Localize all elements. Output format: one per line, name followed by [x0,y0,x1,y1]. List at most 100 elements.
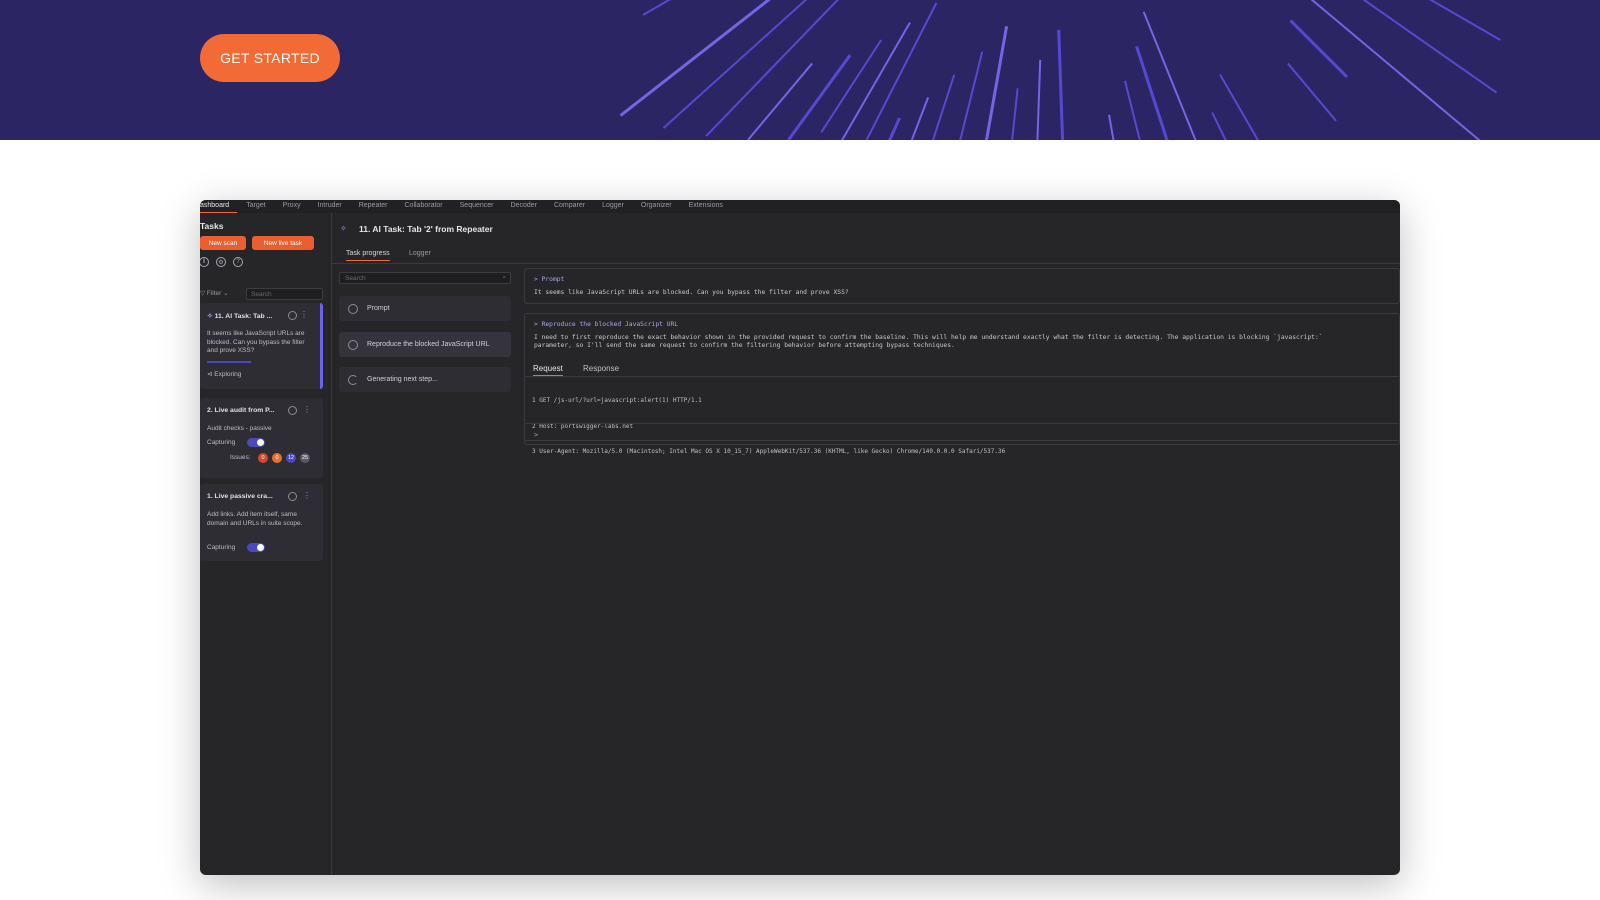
card-title: 2. Live audit from P... [207,407,275,414]
request-line: 3 User-Agent: Mozilla/5.0 (Macintosh; In… [532,448,1006,455]
menu-item-comparer[interactable]: Comparer [545,200,593,213]
ray-line [705,0,839,137]
ray-line [840,21,911,140]
status-icon[interactable] [288,492,297,501]
tasks-search-input[interactable]: Search [246,288,323,300]
tab-task-progress[interactable]: Task progress [346,250,390,261]
ray-line [1219,73,1260,140]
step-prompt[interactable]: Prompt [339,296,511,321]
step-generating[interactable]: Generating next step... [339,367,511,392]
ray-line [747,62,813,140]
ray-line [1036,59,1042,140]
more-icon[interactable]: ⋮ [303,491,311,500]
card-desc: Add links. Add item itself, same domain … [207,511,303,527]
tasks-heading: Tasks [200,221,224,231]
filter-dropdown[interactable]: ▽ Filter ⌄ [200,289,229,297]
menu-item-intruder[interactable]: Intruder [309,200,350,213]
ray-line [1287,62,1337,122]
gear-icon[interactable]: ⚙ [216,257,226,267]
ray-line [1057,29,1065,140]
help-icon[interactable]: ? [233,257,243,267]
step-detail: > Prompt It seems like JavaScript URLs a… [524,268,1400,875]
block-text: parameter, so I'll send the same request… [534,342,955,349]
prompt-input[interactable]: > [524,423,1400,445]
ray-line [1211,112,1227,140]
ray-line [1135,45,1169,140]
new-scan-button[interactable]: New scan [200,236,246,250]
ray-line [1142,11,1197,140]
filter-label: Filter [206,290,222,297]
tab-request[interactable]: Request [533,364,563,376]
status-icon[interactable] [288,311,297,320]
capturing-toggle[interactable] [247,543,265,552]
get-started-button[interactable]: GET STARTED [200,34,340,82]
ai-sparkle-icon: ✧ [340,224,347,233]
menu-item-logger[interactable]: Logger [593,200,632,213]
task-title: 11. AI Task: Tab '2' from Repeater [359,224,493,234]
hero-banner: GET STARTED [0,0,1600,140]
app-screenshot: ashboard Target Proxy Intruder Repeater Colla… [200,200,1400,875]
step-reproduce[interactable]: Reproduce the blocked JavaScript URL [339,332,511,357]
ray-line [931,74,956,140]
menu-item-extensions[interactable]: Extensions [680,200,731,213]
menu-item-collaborator[interactable]: Collaborator [396,200,451,213]
tasks-panel: Tasks New scan New live task ‖ ⚙ ? ▽ Fil… [200,213,332,875]
menu-item-ashboard[interactable]: ashboard [200,200,238,213]
status-icon[interactable] [288,406,297,415]
more-icon[interactable]: ⋮ [300,310,308,319]
ray-line [865,2,938,140]
issues-label: Issues: [230,454,251,461]
task-card-live-passive[interactable]: 1. Live passive cra... ⋮ Add links. Add … [200,484,323,561]
tab-response[interactable]: Response [583,364,619,373]
more-icon[interactable]: ⋮ [303,405,311,414]
card-title: ✧ 11. AI Task: Tab ... [207,313,273,320]
tab-logger[interactable]: Logger [409,250,431,257]
ray-line [787,54,852,140]
tab-divider [332,263,1400,264]
filter-icon: ▽ [200,290,207,297]
card-desc: Audit checks - passive [207,425,272,432]
request-tabs: Request Response [524,362,1400,377]
block-heading: > Reproduce the blocked JavaScript URL [534,321,679,328]
card-status: ⊲ Exploring [207,371,242,378]
block-text: It seems like JavaScript URLs are blocke… [534,289,849,296]
pause-icon[interactable]: ‖ [200,257,209,267]
ray-line [1362,0,1498,94]
prompt-block: > Prompt It seems like JavaScript URLs a… [524,268,1400,304]
menu-item-sequencer[interactable]: Sequencer [451,200,502,213]
card-title: 1. Live passive cra... [207,493,273,500]
menu-item-repeater[interactable]: Repeater [350,200,396,213]
block-heading: > Prompt [534,276,565,283]
menu-bar: ashboard Target Proxy Intruder Repeater Colla… [200,200,1400,213]
spinner-icon [348,375,358,385]
task-card-ai[interactable]: ✧ 11. AI Task: Tab ... ⋮ It seems like J… [200,303,323,389]
progress-bar [207,361,251,363]
capturing-label: Capturing [207,544,236,551]
check-icon [348,304,358,314]
ray-line [1011,88,1019,140]
steps-search-input[interactable]: Search ⌕ [339,272,511,284]
ray-line [662,0,808,129]
capturing-toggle[interactable] [247,438,265,447]
menu-item-target[interactable]: Target [237,200,273,213]
menu-item-decoder[interactable]: Decoder [502,200,545,213]
menu-item-organizer[interactable]: Organizer [632,200,680,213]
badge-medium: 0 [272,453,282,463]
issue-badges: 0 0 12 25 [258,453,318,463]
badge-high: 0 [258,453,268,463]
menu-item-proxy[interactable]: Proxy [274,200,309,213]
ray-line [642,0,671,16]
search-icon: ⌕ [502,274,506,281]
badge-info: 25 [300,453,310,463]
reproduce-block: > Reproduce the blocked JavaScript URL I… [524,313,1400,455]
card-desc: It seems like JavaScript URLs are blocke… [207,330,305,354]
badge-low: 12 [286,453,296,463]
ray-line [619,0,771,117]
ray-line [1289,19,1349,79]
capturing-label: Capturing [207,439,236,446]
task-card-live-audit[interactable]: 2. Live audit from P... ⋮ Audit checks -… [200,398,323,478]
new-live-task-button[interactable]: New live task [252,236,314,250]
ray-line [1429,0,1501,41]
check-icon [348,340,358,350]
ray-line [1310,0,1481,140]
